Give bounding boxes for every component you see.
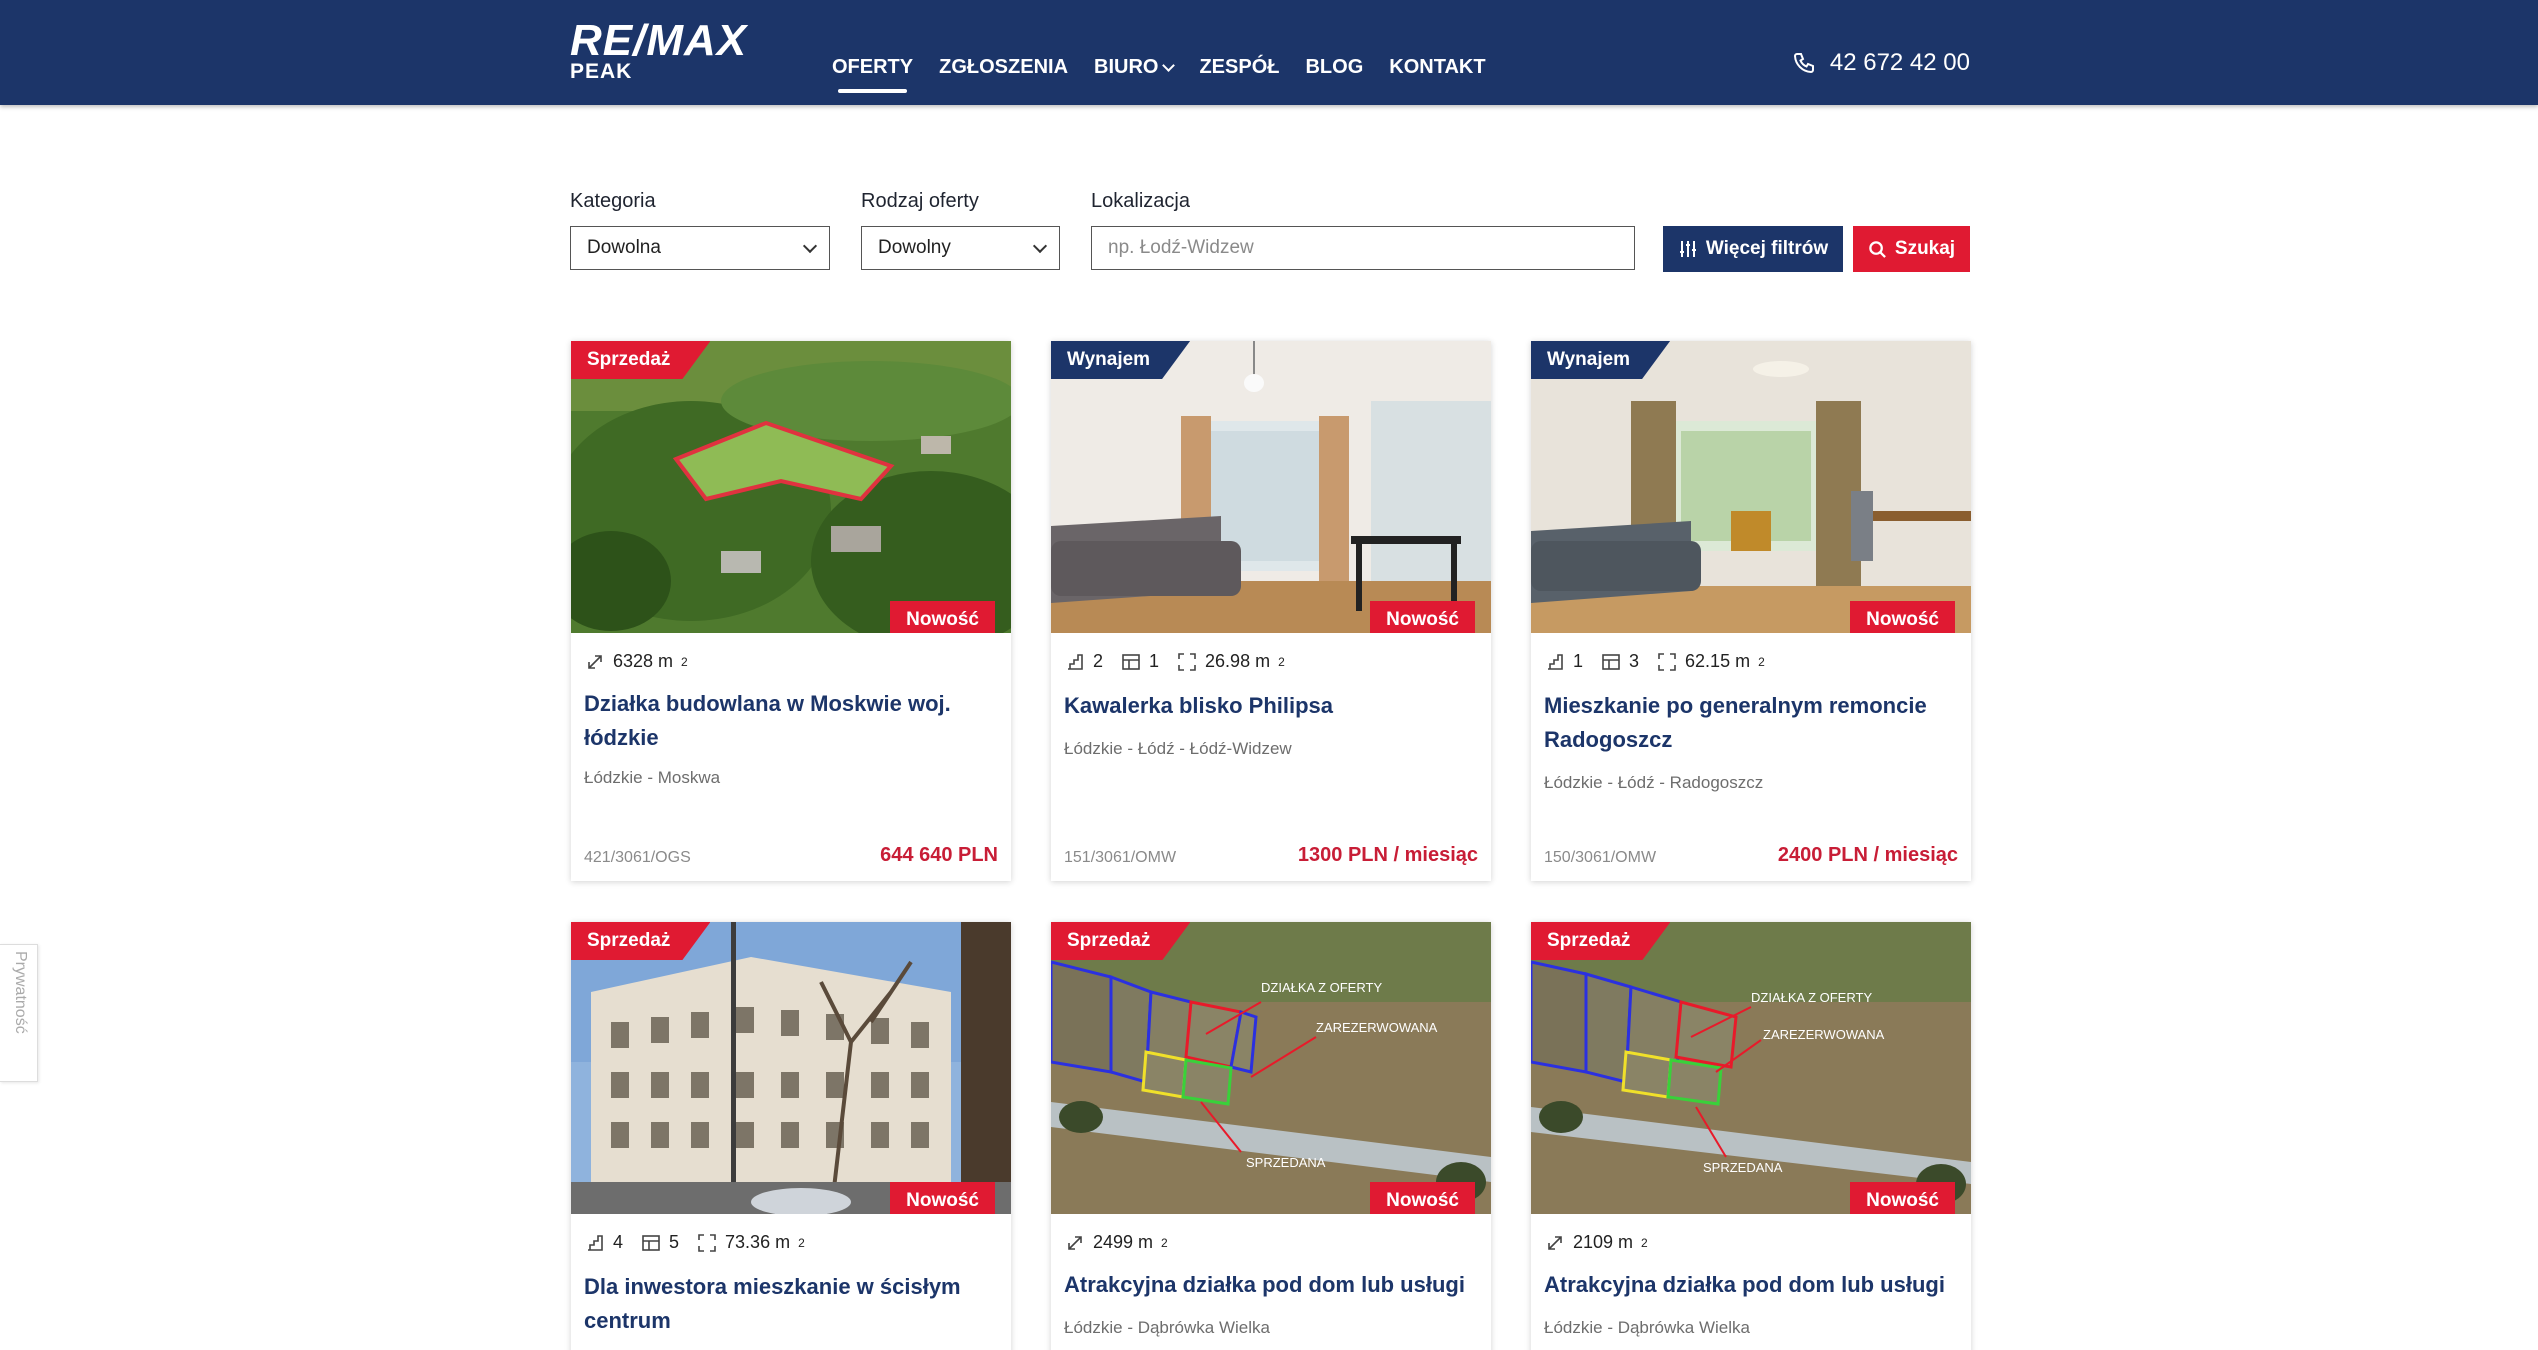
area-stat: 6328 m2 [585,651,688,672]
chevron-down-icon [1162,58,1176,72]
area-stat: 26.98 m2 [1177,651,1285,672]
new-badge: Nowość [890,1182,995,1214]
search-button[interactable]: Szukaj [1853,226,1970,272]
listing-stats: 4 5 73.36 m2 [585,1232,805,1253]
floor-plan-icon [1602,653,1620,670]
listing-ref: 151/3061/OMW [1064,849,1177,866]
listing-stats: 6328 m2 [585,651,688,672]
floor-stat: 5 [641,1232,679,1253]
location-input[interactable]: np. Łodź-Widzew [1091,226,1635,270]
nav-zespol[interactable]: ZESPÓŁ [1199,56,1279,79]
nav-blog[interactable]: BLOG [1305,56,1363,79]
floor-stat: 1 [1121,651,1159,672]
listing-price: 644 640 PLN [880,844,998,866]
listing-title[interactable]: Działka budowlana w Moskwie woj. łódzkie [584,687,994,755]
listing-location: Łódzkie - Moskwa [584,768,721,787]
nav-zgloszenia[interactable]: ZGŁOSZENIA [939,56,1068,79]
nav-kontakt[interactable]: KONTAKT [1389,56,1485,79]
listing-photo[interactable]: Sprzedaż Nowość [571,922,1011,1214]
search-filters: Kategoria Dowolna Rodzaj oferty Dowolny … [570,190,1970,280]
offer-type-select[interactable]: Dowolny [861,226,1060,270]
area-stat: 2499 m2 [1065,1232,1168,1253]
listing-ref: 421/3061/OGS [584,849,691,866]
search-icon [1869,240,1886,258]
more-filters-button[interactable]: Więcej filtrów [1663,226,1843,272]
stairs-icon [1548,653,1563,670]
listing-stats: 2109 m2 [1545,1232,1648,1253]
new-badge: Nowość [890,601,995,633]
phone-link[interactable]: 42 672 42 00 [1792,49,1970,77]
listing-stats: 2 1 26.98 m2 [1065,651,1285,672]
photo-label: DZIAŁKA Z OFERTY [1261,980,1382,995]
expand-diagonal-icon [1548,1235,1562,1250]
offer-type-label: Rodzaj oferty [861,190,979,212]
listing-location: Łódzkie - Dąbrówka Wielka [1064,1318,1270,1337]
rooms-stat: 1 [1545,651,1583,672]
listing-photo[interactable]: Sprzedaż Nowość [571,341,1011,633]
nav-oferty[interactable]: OFERTY [832,56,913,93]
category-select[interactable]: Dowolna [570,226,830,270]
listing-card[interactable]: Sprzedaż Nowość 6328 m2 Działka budowlan… [571,341,1011,881]
fullscreen-icon [698,1233,716,1252]
listing-card[interactable]: Wynajem Nowość 1 3 62.15 m2 Mieszkanie p… [1531,341,1971,881]
new-badge: Nowość [1370,601,1475,633]
rooms-stat: 4 [585,1232,623,1253]
chevron-down-icon [1032,238,1048,254]
listing-title[interactable]: Atrakcyjna działka pod dom lub usługi [1544,1268,1954,1302]
listing-photo[interactable]: Wynajem Nowość [1531,341,1971,633]
listing-card[interactable]: DZIAŁKA Z OFERTY ZAREZERWOWANA SPRZEDANA… [1531,922,1971,1350]
stairs-icon [1068,653,1083,670]
site-header: RE/MAX PEAK OFERTY ZGŁOSZENIA BIURO ZESP… [0,0,2538,105]
location-label: Lokalizacja [1091,190,1190,212]
floor-stat: 3 [1601,651,1639,672]
new-badge: Nowość [1370,1182,1475,1214]
stairs-icon [588,1234,603,1251]
sliders-icon [1679,241,1696,257]
expand-diagonal-icon [1068,1235,1082,1250]
area-stat: 73.36 m2 [697,1232,805,1253]
new-badge: Nowość [1850,1182,1955,1214]
rooms-stat: 2 [1065,651,1103,672]
listing-stats: 2499 m2 [1065,1232,1168,1253]
listing-stats: 1 3 62.15 m2 [1545,651,1765,672]
floor-plan-icon [1122,653,1140,670]
listing-title[interactable]: Mieszkanie po generalnym remoncie Radogo… [1544,689,1954,757]
listing-location: Łódzkie - Łódź - Radogoszcz [1544,773,1764,792]
nav-biuro[interactable]: BIURO [1094,56,1176,79]
listing-price: 1300 PLN / miesiąc [1297,844,1478,866]
floor-plan-icon [642,1234,660,1251]
expand-diagonal-icon [588,654,602,669]
fullscreen-icon [1178,652,1196,671]
photo-label: DZIAŁKA Z OFERTY [1751,990,1872,1005]
main-nav: OFERTY ZGŁOSZENIA BIURO ZESPÓŁ BLOG KONT… [832,56,1512,93]
privacy-settings-tab[interactable]: Prywatność [0,944,38,1082]
chevron-down-icon [802,238,818,254]
listing-photo[interactable]: DZIAŁKA Z OFERTY ZAREZERWOWANA SPRZEDANA… [1531,922,1971,1214]
listing-location: Łódzkie - Dąbrówka Wielka [1544,1318,1750,1337]
listing-ref: 150/3061/OMW [1544,849,1657,866]
listing-card[interactable]: Wynajem Nowość 2 1 26.98 m2 Kawalerka bl… [1051,341,1491,881]
listing-photo[interactable]: Wynajem Nowość [1051,341,1491,633]
photo-label: ZAREZERWOWANA [1763,1027,1885,1042]
listing-title[interactable]: Kawalerka blisko Philipsa [1064,689,1474,723]
remax-peak-logo[interactable]: RE/MAX PEAK [570,19,747,83]
photo-label: SPRZEDANA [1703,1160,1783,1175]
listing-photo[interactable]: DZIAŁKA Z OFERTY ZAREZERWOWANA SPRZEDANA… [1051,922,1491,1214]
fullscreen-icon [1658,652,1676,671]
listing-price: 2400 PLN / miesiąc [1777,844,1958,866]
listing-card[interactable]: DZIAŁKA Z OFERTY ZAREZERWOWANA SPRZEDANA… [1051,922,1491,1350]
photo-label: SPRZEDANA [1246,1155,1326,1170]
listing-title[interactable]: Atrakcyjna działka pod dom lub usługi [1064,1268,1474,1302]
listing-title[interactable]: Dla inwestora mieszkanie w ścisłym centr… [584,1270,994,1338]
area-stat: 62.15 m2 [1657,651,1765,672]
listing-card[interactable]: Sprzedaż Nowość 4 5 73.36 m2 Dla inwesto… [571,922,1011,1350]
listing-location: Łódzkie - Łódź - Łódź-Widzew [1064,739,1292,758]
category-label: Kategoria [570,190,656,212]
area-stat: 2109 m2 [1545,1232,1648,1253]
photo-label: ZAREZERWOWANA [1316,1020,1438,1035]
new-badge: Nowość [1850,601,1955,633]
phone-icon [1793,53,1814,74]
